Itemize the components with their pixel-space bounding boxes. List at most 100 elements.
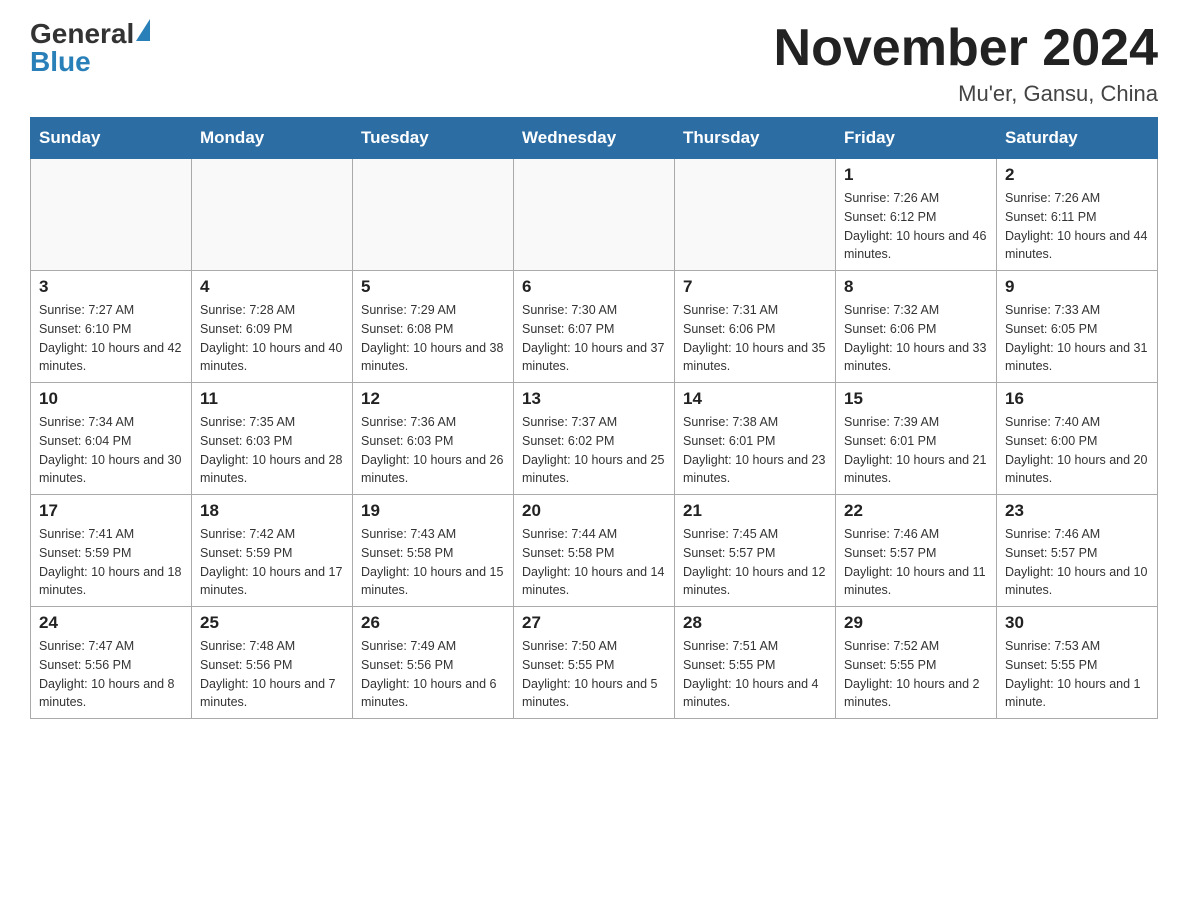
- calendar-cell: 3Sunrise: 7:27 AMSunset: 6:10 PMDaylight…: [31, 271, 192, 383]
- day-info: Sunrise: 7:48 AMSunset: 5:56 PMDaylight:…: [200, 637, 344, 712]
- day-number: 12: [361, 389, 505, 409]
- calendar-cell: 21 Sunrise: 7:45 AMSunset: 5:57 PMDayligh…: [675, 495, 836, 607]
- logo-blue-text: Blue: [30, 46, 91, 77]
- calendar-cell: 2 Sunrise: 7:26 AMSunset: 6:11 PMDaylight…: [997, 159, 1158, 271]
- day-number: 9: [1005, 277, 1149, 297]
- day-info: Sunrise: 7:30 AMSunset: 6:07 PMDaylight:…: [522, 301, 666, 376]
- day-info: Sunrise: 7:28 AMSunset: 6:09 PMDaylight:…: [200, 301, 344, 376]
- calendar-week-row: 24 Sunrise: 7:47 AMSunset: 5:56 PMDayligh…: [31, 607, 1158, 719]
- calendar-header: SundayMondayTuesdayWednesdayThursdayFrid…: [31, 118, 1158, 159]
- logo-triangle-icon: [136, 19, 150, 41]
- day-number: 17: [39, 501, 183, 521]
- calendar-cell: 14Sunrise: 7:38 AMSunset: 6:01 PMDayligh…: [675, 383, 836, 495]
- day-info: Sunrise: 7:43 AMSunset: 5:58 PMDaylight:…: [361, 525, 505, 600]
- day-number: 3: [39, 277, 183, 297]
- calendar-cell: 22 Sunrise: 7:46 AMSunset: 5:57 PMDayligh…: [836, 495, 997, 607]
- day-number: 29: [844, 613, 988, 633]
- calendar-cell: 19 Sunrise: 7:43 AMSunset: 5:58 PMDayligh…: [353, 495, 514, 607]
- day-of-week-header: Monday: [192, 118, 353, 159]
- page-header: General Blue November 2024 Mu'er, Gansu,…: [30, 20, 1158, 107]
- day-number: 28: [683, 613, 827, 633]
- calendar-cell: 26 Sunrise: 7:49 AMSunset: 5:56 PMDayligh…: [353, 607, 514, 719]
- day-number: 27: [522, 613, 666, 633]
- calendar-cell: 6Sunrise: 7:30 AMSunset: 6:07 PMDaylight…: [514, 271, 675, 383]
- day-info: Sunrise: 7:44 AMSunset: 5:58 PMDaylight:…: [522, 525, 666, 600]
- day-info: Sunrise: 7:26 AMSunset: 6:11 PMDaylight:…: [1005, 189, 1149, 264]
- calendar-cell: 17Sunrise: 7:41 AMSunset: 5:59 PMDayligh…: [31, 495, 192, 607]
- day-of-week-header: Tuesday: [353, 118, 514, 159]
- calendar-body: 1 Sunrise: 7:26 AMSunset: 6:12 PMDaylight…: [31, 159, 1158, 719]
- day-number: 19: [361, 501, 505, 521]
- day-number: 13: [522, 389, 666, 409]
- calendar-cell: 4 Sunrise: 7:28 AMSunset: 6:09 PMDaylight…: [192, 271, 353, 383]
- day-number: 4: [200, 277, 344, 297]
- day-number: 2: [1005, 165, 1149, 185]
- day-number: 23: [1005, 501, 1149, 521]
- day-number: 24: [39, 613, 183, 633]
- day-info: Sunrise: 7:53 AMSunset: 5:55 PMDaylight:…: [1005, 637, 1149, 712]
- day-number: 7: [683, 277, 827, 297]
- day-of-week-header: Thursday: [675, 118, 836, 159]
- calendar-week-row: 1 Sunrise: 7:26 AMSunset: 6:12 PMDaylight…: [31, 159, 1158, 271]
- calendar-week-row: 17Sunrise: 7:41 AMSunset: 5:59 PMDayligh…: [31, 495, 1158, 607]
- calendar-cell: 28 Sunrise: 7:51 AMSunset: 5:55 PMDayligh…: [675, 607, 836, 719]
- day-info: Sunrise: 7:39 AMSunset: 6:01 PMDaylight:…: [844, 413, 988, 488]
- calendar-cell: 29 Sunrise: 7:52 AMSunset: 5:55 PMDayligh…: [836, 607, 997, 719]
- day-info: Sunrise: 7:34 AMSunset: 6:04 PMDaylight:…: [39, 413, 183, 488]
- day-number: 20: [522, 501, 666, 521]
- calendar-cell: 1 Sunrise: 7:26 AMSunset: 6:12 PMDaylight…: [836, 159, 997, 271]
- day-number: 5: [361, 277, 505, 297]
- day-info: Sunrise: 7:42 AMSunset: 5:59 PMDaylight:…: [200, 525, 344, 600]
- day-header-row: SundayMondayTuesdayWednesdayThursdayFrid…: [31, 118, 1158, 159]
- calendar-subtitle: Mu'er, Gansu, China: [774, 81, 1158, 107]
- day-number: 15: [844, 389, 988, 409]
- day-info: Sunrise: 7:50 AMSunset: 5:55 PMDaylight:…: [522, 637, 666, 712]
- day-info: Sunrise: 7:40 AMSunset: 6:00 PMDaylight:…: [1005, 413, 1149, 488]
- day-info: Sunrise: 7:29 AMSunset: 6:08 PMDaylight:…: [361, 301, 505, 376]
- calendar-cell: 20 Sunrise: 7:44 AMSunset: 5:58 PMDayligh…: [514, 495, 675, 607]
- day-number: 18: [200, 501, 344, 521]
- calendar-week-row: 10 Sunrise: 7:34 AMSunset: 6:04 PMDayligh…: [31, 383, 1158, 495]
- calendar-cell: 24 Sunrise: 7:47 AMSunset: 5:56 PMDayligh…: [31, 607, 192, 719]
- day-number: 10: [39, 389, 183, 409]
- day-number: 25: [200, 613, 344, 633]
- day-info: Sunrise: 7:37 AMSunset: 6:02 PMDaylight:…: [522, 413, 666, 488]
- calendar-cell: 27 Sunrise: 7:50 AMSunset: 5:55 PMDayligh…: [514, 607, 675, 719]
- day-of-week-header: Saturday: [997, 118, 1158, 159]
- day-info: Sunrise: 7:45 AMSunset: 5:57 PMDaylight:…: [683, 525, 827, 600]
- day-info: Sunrise: 7:36 AMSunset: 6:03 PMDaylight:…: [361, 413, 505, 488]
- day-info: Sunrise: 7:35 AMSunset: 6:03 PMDaylight:…: [200, 413, 344, 488]
- day-info: Sunrise: 7:31 AMSunset: 6:06 PMDaylight:…: [683, 301, 827, 376]
- day-of-week-header: Friday: [836, 118, 997, 159]
- day-number: 21: [683, 501, 827, 521]
- calendar-cell: 25 Sunrise: 7:48 AMSunset: 5:56 PMDayligh…: [192, 607, 353, 719]
- calendar-cell: 11Sunrise: 7:35 AMSunset: 6:03 PMDayligh…: [192, 383, 353, 495]
- day-info: Sunrise: 7:51 AMSunset: 5:55 PMDaylight:…: [683, 637, 827, 712]
- day-number: 22: [844, 501, 988, 521]
- day-info: Sunrise: 7:46 AMSunset: 5:57 PMDaylight:…: [844, 525, 988, 600]
- calendar-table: SundayMondayTuesdayWednesdayThursdayFrid…: [30, 117, 1158, 719]
- logo-general-text: General: [30, 20, 134, 48]
- day-info: Sunrise: 7:47 AMSunset: 5:56 PMDaylight:…: [39, 637, 183, 712]
- calendar-cell: 30Sunrise: 7:53 AMSunset: 5:55 PMDayligh…: [997, 607, 1158, 719]
- day-number: 14: [683, 389, 827, 409]
- day-number: 26: [361, 613, 505, 633]
- calendar-cell: [353, 159, 514, 271]
- day-info: Sunrise: 7:26 AMSunset: 6:12 PMDaylight:…: [844, 189, 988, 264]
- calendar-cell: [514, 159, 675, 271]
- day-info: Sunrise: 7:49 AMSunset: 5:56 PMDaylight:…: [361, 637, 505, 712]
- calendar-cell: 13 Sunrise: 7:37 AMSunset: 6:02 PMDayligh…: [514, 383, 675, 495]
- calendar-cell: 8Sunrise: 7:32 AMSunset: 6:06 PMDaylight…: [836, 271, 997, 383]
- calendar-cell: 18 Sunrise: 7:42 AMSunset: 5:59 PMDayligh…: [192, 495, 353, 607]
- calendar-cell: [675, 159, 836, 271]
- calendar-cell: 10 Sunrise: 7:34 AMSunset: 6:04 PMDayligh…: [31, 383, 192, 495]
- calendar-cell: 15 Sunrise: 7:39 AMSunset: 6:01 PMDayligh…: [836, 383, 997, 495]
- logo: General Blue: [30, 20, 150, 76]
- day-info: Sunrise: 7:52 AMSunset: 5:55 PMDaylight:…: [844, 637, 988, 712]
- calendar-cell: 7 Sunrise: 7:31 AMSunset: 6:06 PMDaylight…: [675, 271, 836, 383]
- calendar-cell: 16Sunrise: 7:40 AMSunset: 6:00 PMDayligh…: [997, 383, 1158, 495]
- title-block: November 2024 Mu'er, Gansu, China: [774, 20, 1158, 107]
- calendar-cell: 12 Sunrise: 7:36 AMSunset: 6:03 PMDayligh…: [353, 383, 514, 495]
- calendar-cell: 5 Sunrise: 7:29 AMSunset: 6:08 PMDaylight…: [353, 271, 514, 383]
- day-number: 1: [844, 165, 988, 185]
